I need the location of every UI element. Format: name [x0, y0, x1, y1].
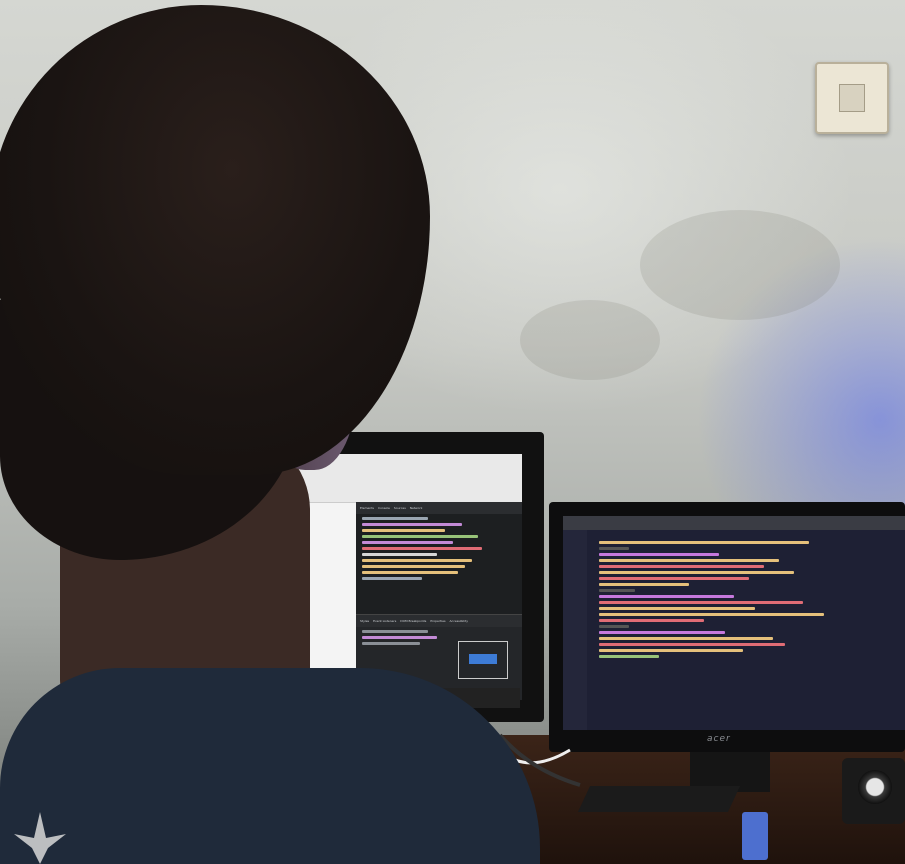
code-line — [599, 547, 629, 550]
code-line — [599, 559, 779, 562]
wall-stain — [640, 210, 840, 320]
code-line — [599, 541, 809, 544]
shirt-logo-icon — [14, 812, 66, 864]
code-line — [599, 577, 749, 580]
editor-code — [593, 538, 893, 661]
code-line — [599, 583, 689, 586]
speaker — [842, 758, 905, 824]
code-line — [599, 607, 755, 610]
code-line — [599, 613, 824, 616]
code-line — [599, 589, 635, 592]
code-line — [599, 625, 629, 628]
photo-scene: Elements Console Sources Network Styles … — [0, 0, 905, 864]
code-line — [599, 595, 734, 598]
code-line — [599, 553, 719, 556]
speaker-cone — [858, 770, 892, 804]
monitor-brand-logo: acer — [707, 734, 731, 744]
right-monitor: acer — [549, 502, 905, 752]
code-line — [599, 601, 803, 604]
switch-rocker — [839, 84, 865, 112]
editor-gutter — [563, 530, 587, 730]
code-line — [599, 655, 659, 658]
code-line — [599, 565, 764, 568]
monitor-base — [577, 786, 741, 812]
hair — [0, 5, 430, 475]
code-line — [599, 643, 785, 646]
code-line — [599, 619, 704, 622]
light-switch — [815, 62, 889, 134]
right-monitor-screen — [563, 516, 905, 730]
code-line — [599, 637, 773, 640]
person — [0, 0, 560, 864]
usb-drive — [742, 812, 768, 860]
code-line — [599, 571, 794, 574]
code-line — [599, 649, 743, 652]
shirt — [0, 668, 540, 864]
code-line — [599, 631, 725, 634]
editor-titlebar — [563, 516, 905, 530]
